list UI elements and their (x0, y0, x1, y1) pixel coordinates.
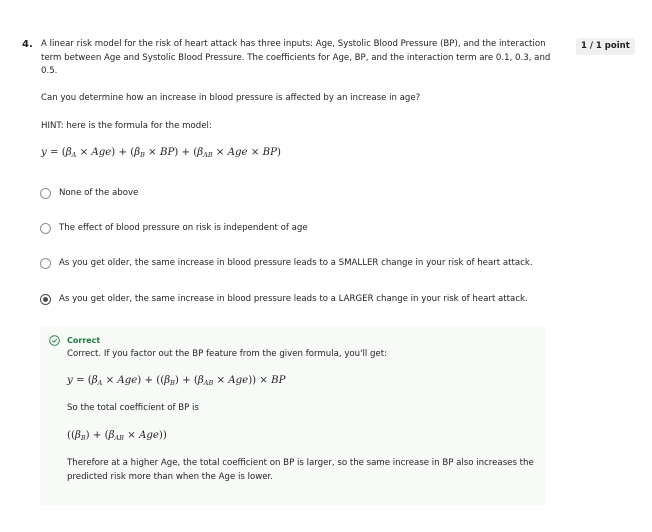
option-smaller-change[interactable]: As you get older, the same increase in b… (40, 256, 533, 270)
factored-formula: y = (βA × Age) + ((βB) + (βAB × Age)) × … (67, 375, 286, 387)
question-prompt: Can you determine how an increase in blo… (41, 93, 421, 103)
feedback-line3: Therefore at a higher Age, the total coe… (67, 458, 534, 482)
option-larger-change[interactable]: As you get older, the same increase in b… (40, 292, 528, 306)
feedback-line2: So the total coefficient of BP is (67, 403, 199, 413)
question-number: 4. (22, 39, 33, 50)
option-independent-of-age[interactable]: The effect of blood pressure on risk is … (40, 221, 308, 235)
points-badge: 1 / 1 point (576, 38, 635, 55)
option-label: As you get older, the same increase in b… (59, 294, 528, 304)
radio-button[interactable] (40, 222, 51, 234)
hint-text: HINT: here is the formula for the model: (41, 121, 212, 131)
model-formula: y = (βA × Age) + (βB × BP) + (βAB × Age … (41, 147, 281, 159)
option-label: As you get older, the same increase in b… (59, 258, 533, 268)
question-text: A linear risk model for the risk of hear… (41, 39, 551, 77)
option-label: None of the above (59, 188, 139, 198)
check-circle-icon (49, 335, 60, 346)
radio-button-selected[interactable] (40, 293, 51, 305)
feedback-panel: Correct Correct. If you factor out the B… (40, 326, 545, 505)
option-label: The effect of blood pressure on risk is … (59, 223, 308, 233)
option-none-of-the-above[interactable]: None of the above (40, 186, 138, 200)
feedback-status: Correct (67, 336, 101, 345)
feedback-line1: Correct. If you factor out the BP featur… (67, 349, 387, 359)
radio-button[interactable] (40, 257, 51, 269)
bp-coefficient-formula: ((βB) + (βAB × Age)) (67, 430, 167, 442)
radio-button[interactable] (40, 187, 51, 199)
